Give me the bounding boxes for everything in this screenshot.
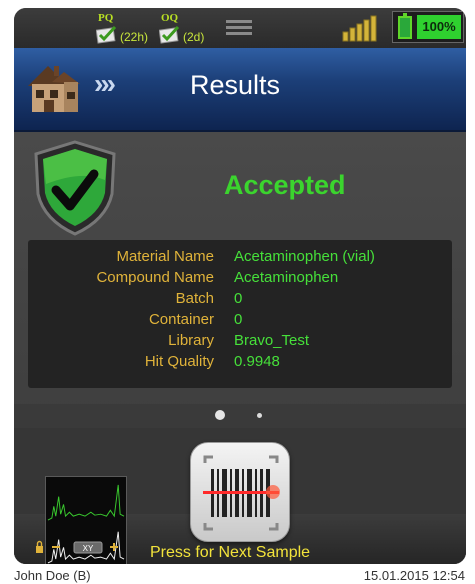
detail-key: Hit Quality [144, 353, 214, 370]
device-screen: PQ (22h) OQ (2d) 100% ››› Results Accept… [14, 8, 466, 564]
battery-icon [398, 16, 412, 39]
current-user: John Doe (B) [14, 568, 91, 583]
page-title: Results [190, 70, 281, 100]
detail-key: Compound Name [96, 269, 214, 286]
detail-key: Container [148, 311, 214, 328]
pq-label: PQ [98, 12, 114, 24]
detail-key: Library [168, 332, 214, 349]
detail-key: Batch [175, 290, 214, 307]
detail-key: Material Name [116, 248, 214, 265]
oq-time: (2d) [183, 30, 205, 44]
hamburger-menu-icon[interactable] [226, 20, 252, 38]
status-bar: PQ (22h) OQ (2d) 100% [14, 8, 466, 48]
signal-bars-icon [342, 15, 377, 42]
detail-value: Bravo_Test [234, 332, 310, 349]
header-bar: ››› Results [14, 48, 466, 132]
next-sample-label[interactable]: Press for Next Sample [150, 544, 310, 562]
result-status: Accepted [224, 170, 346, 200]
detail-value: Acetaminophen (vial) [234, 248, 375, 265]
pq-time: (22h) [120, 30, 149, 44]
detail-row: Material Name Acetaminophen (vial) [28, 248, 452, 269]
shield-check-icon [34, 140, 116, 236]
battery-indicator: 100% [392, 11, 464, 43]
result-panel: Accepted Material Name Acetaminophen (vi… [14, 132, 466, 414]
spectrum-toolbar: XY [36, 540, 118, 554]
oq-label: OQ [161, 12, 179, 24]
result-details: Material Name Acetaminophen (vial) Compo… [28, 240, 452, 388]
zoom-out-icon[interactable] [52, 546, 60, 548]
detail-row: Library Bravo_Test [28, 332, 452, 353]
detail-row: Container 0 [28, 311, 452, 332]
current-datetime: 15.01.2015 12:54 [363, 568, 465, 583]
detail-value: 0 [234, 290, 243, 307]
pq-check-icon [96, 26, 117, 44]
breadcrumb-arrows: ››› [94, 68, 116, 99]
detail-row: Hit Quality 0.9948 [28, 353, 452, 374]
page-indicator [14, 404, 466, 428]
page-dot-active[interactable] [215, 410, 225, 420]
detail-value: Acetaminophen [234, 269, 339, 286]
barcode-scan-icon [203, 455, 280, 531]
house-icon[interactable] [24, 60, 82, 116]
next-sample-button[interactable] [190, 442, 290, 542]
detail-row: Batch 0 [28, 290, 452, 311]
zoom-xy-label: XY [83, 544, 94, 553]
zoom-in-icon[interactable] [110, 543, 118, 551]
detail-row: Compound Name Acetaminophen [28, 269, 452, 290]
detail-value: 0 [234, 311, 243, 328]
detail-value: 0.9948 [234, 353, 280, 370]
bottom-panel: XY Press for Next Sample [14, 428, 466, 564]
lock-icon[interactable] [36, 540, 43, 554]
battery-percent: 100% [417, 15, 461, 39]
oq-check-icon [159, 26, 180, 44]
page-dot[interactable] [257, 413, 262, 418]
